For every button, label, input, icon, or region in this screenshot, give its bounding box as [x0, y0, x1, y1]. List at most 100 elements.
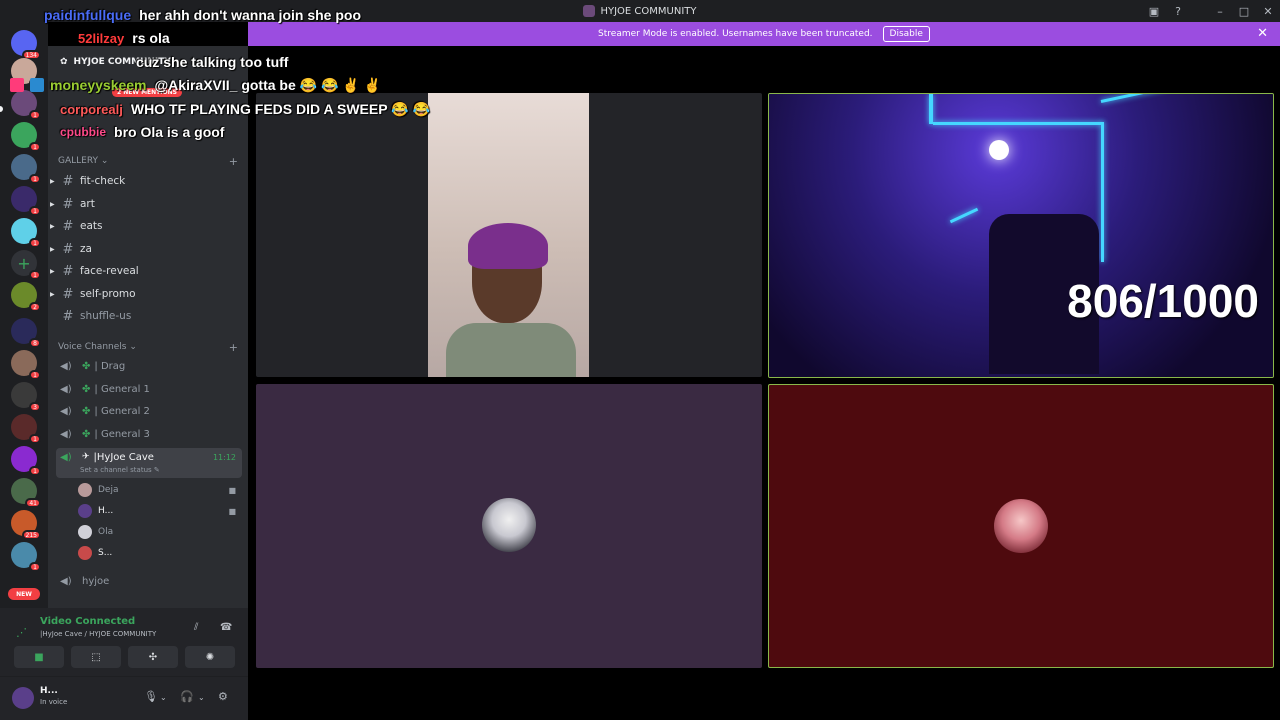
voice-channel-hyjoe-cave[interactable]: ◀) ✈ |HyJoe Cave 11:12 Set a channel sta…	[56, 448, 242, 478]
discord-app: HYJOE COMMUNITY ▣ ? – □ ✕ Streamer Mode …	[0, 0, 1280, 720]
hash-icon: #	[62, 286, 74, 302]
category-gallery[interactable]: GALLERY ⌄ +	[58, 155, 238, 168]
channel-label: face-reveal	[80, 265, 139, 277]
voice-user-deja[interactable]: Deja ■	[78, 481, 238, 499]
home-button[interactable]: 134	[11, 30, 41, 60]
server-avatar[interactable]: 1	[11, 154, 41, 184]
close-banner-icon[interactable]: ✕	[1257, 26, 1268, 41]
speaker-icon: ◀)	[60, 405, 72, 417]
headphones-icon[interactable]: 🎧	[180, 690, 194, 703]
user-name: S...	[98, 548, 113, 558]
server-avatar[interactable]: 1	[11, 350, 41, 380]
maximize-button[interactable]: □	[1232, 0, 1256, 22]
channel-fit-check[interactable]: ▶ # fit-check	[50, 171, 242, 191]
chevron-down-icon[interactable]: ⌄	[160, 693, 167, 702]
add-channel-icon[interactable]: +	[229, 155, 238, 168]
channel-self-promo[interactable]: ▶ # self-promo	[50, 284, 242, 304]
unread-badge: 1	[29, 174, 41, 184]
chevron-down-icon[interactable]: ⌄	[198, 693, 205, 702]
soundboard-button[interactable]: ✺	[185, 646, 235, 668]
clover-icon: ✤	[82, 383, 91, 395]
voice-user-ola[interactable]: Ola	[78, 523, 238, 541]
channel-shuffle-us[interactable]: # shuffle-us	[56, 306, 242, 326]
server-avatar[interactable]: 1	[11, 186, 41, 216]
camera-feed-shirt	[446, 323, 576, 377]
server-avatar[interactable]: 2	[11, 282, 41, 312]
unread-badge: 1	[29, 270, 41, 280]
avatar	[78, 504, 92, 518]
video-tile[interactable]	[256, 93, 762, 377]
channel-label: eats	[80, 220, 103, 232]
inbox-icon[interactable]: ▣	[1142, 0, 1166, 22]
camera-icon: ■	[228, 485, 236, 495]
server-avatar[interactable]: 3	[11, 382, 41, 412]
channel-label: shuffle-us	[80, 310, 132, 322]
video-tile[interactable]	[768, 384, 1274, 668]
voice-user-s[interactable]: S...	[78, 544, 238, 562]
add-channel-icon[interactable]: +	[229, 341, 238, 354]
close-window-button[interactable]: ✕	[1256, 0, 1280, 22]
channel-status[interactable]: Set a channel status ✎	[80, 466, 160, 474]
disable-button[interactable]: Disable	[882, 26, 930, 42]
participant-avatar	[994, 499, 1048, 553]
signal-icon[interactable]: ⋰	[16, 626, 27, 639]
hash-icon: #	[62, 218, 74, 234]
category-label: GALLERY	[58, 156, 99, 166]
unread-badge: 1	[29, 238, 41, 248]
avatar	[78, 546, 92, 560]
server-avatar[interactable]: 8	[11, 318, 41, 348]
server-avatar[interactable]: 215	[11, 510, 41, 540]
user-status: In voice	[40, 698, 68, 706]
disconnect-icon[interactable]: ☎	[220, 622, 232, 633]
led-strip	[933, 122, 1103, 125]
chat-text: rs ola	[132, 30, 170, 46]
server-avatar[interactable]: 1	[11, 542, 41, 572]
voice-channel-hyjoe[interactable]: ◀) hyjoe	[56, 571, 242, 591]
avatar	[78, 525, 92, 539]
category-label: Voice Channels	[58, 342, 127, 352]
server-avatar[interactable]: 1	[11, 218, 41, 248]
unread-badge: 1	[29, 142, 41, 152]
channel-art[interactable]: ▶ # art	[50, 194, 242, 214]
voice-channel-general-1[interactable]: ◀) ✤ | General 1	[56, 379, 242, 399]
connection-channel[interactable]: |HyJoe Cave / HYJOE COMMUNITY	[40, 630, 156, 638]
new-mentions-pill[interactable]: 2 NEW MENTIONS	[112, 88, 182, 97]
server-avatar[interactable]: 1	[11, 414, 41, 444]
video-tile[interactable]: 806/1000	[768, 93, 1274, 378]
voice-channel-general-3[interactable]: ◀) ✤ | General 3	[56, 424, 242, 444]
camera-button[interactable]: ■	[14, 646, 64, 668]
voice-channel-drag[interactable]: ◀) ✤ | Drag	[56, 356, 242, 376]
channel-label: fit-check	[80, 175, 126, 187]
noise-suppression-icon[interactable]: ⫽	[194, 622, 198, 633]
user-avatar[interactable]	[12, 687, 34, 709]
hash-icon: #	[62, 196, 74, 212]
activities-button[interactable]: ✣	[128, 646, 178, 668]
status-text: Set a channel status	[80, 466, 152, 474]
channel-face-reveal[interactable]: ▶ # face-reveal	[50, 261, 242, 281]
server-avatar[interactable]: 41	[11, 478, 41, 508]
settings-gear-icon[interactable]: ⚙	[218, 690, 228, 703]
channel-za[interactable]: ▶ # za	[50, 239, 242, 259]
server-avatar[interactable]: 1	[11, 58, 41, 88]
server-avatar[interactable]: 1	[11, 446, 41, 476]
screen-share-button[interactable]: ⬚	[71, 646, 121, 668]
help-icon[interactable]: ?	[1166, 0, 1190, 22]
hash-icon: #	[62, 173, 74, 189]
voice-channel-general-2[interactable]: ◀) ✤ | General 2	[56, 401, 242, 421]
call-duration: 11:12	[212, 453, 236, 462]
server-avatar[interactable]: 1	[11, 122, 41, 152]
user-panel: H... In voice 🎙 ⌄ 🎧 ⌄ ⚙	[0, 676, 248, 720]
category-voice[interactable]: Voice Channels ⌄ +	[58, 341, 238, 354]
channel-label: | General 2	[94, 405, 150, 417]
connection-status[interactable]: Video Connected	[40, 616, 135, 627]
video-tile[interactable]	[256, 384, 762, 668]
add-server-icon[interactable]: +1	[11, 250, 41, 280]
channel-eats[interactable]: ▶ # eats	[50, 216, 242, 236]
voice-user-h[interactable]: H... ■	[78, 502, 238, 520]
microphone-icon[interactable]: 🎙	[144, 690, 158, 703]
new-badge[interactable]: NEW	[8, 588, 40, 600]
server-avatar[interactable]: 1	[11, 90, 41, 120]
user-name: Deja	[98, 485, 119, 495]
minimize-button[interactable]: –	[1208, 0, 1232, 22]
server-header[interactable]: ✿ HYJOE COMMUNITY	[48, 46, 248, 78]
